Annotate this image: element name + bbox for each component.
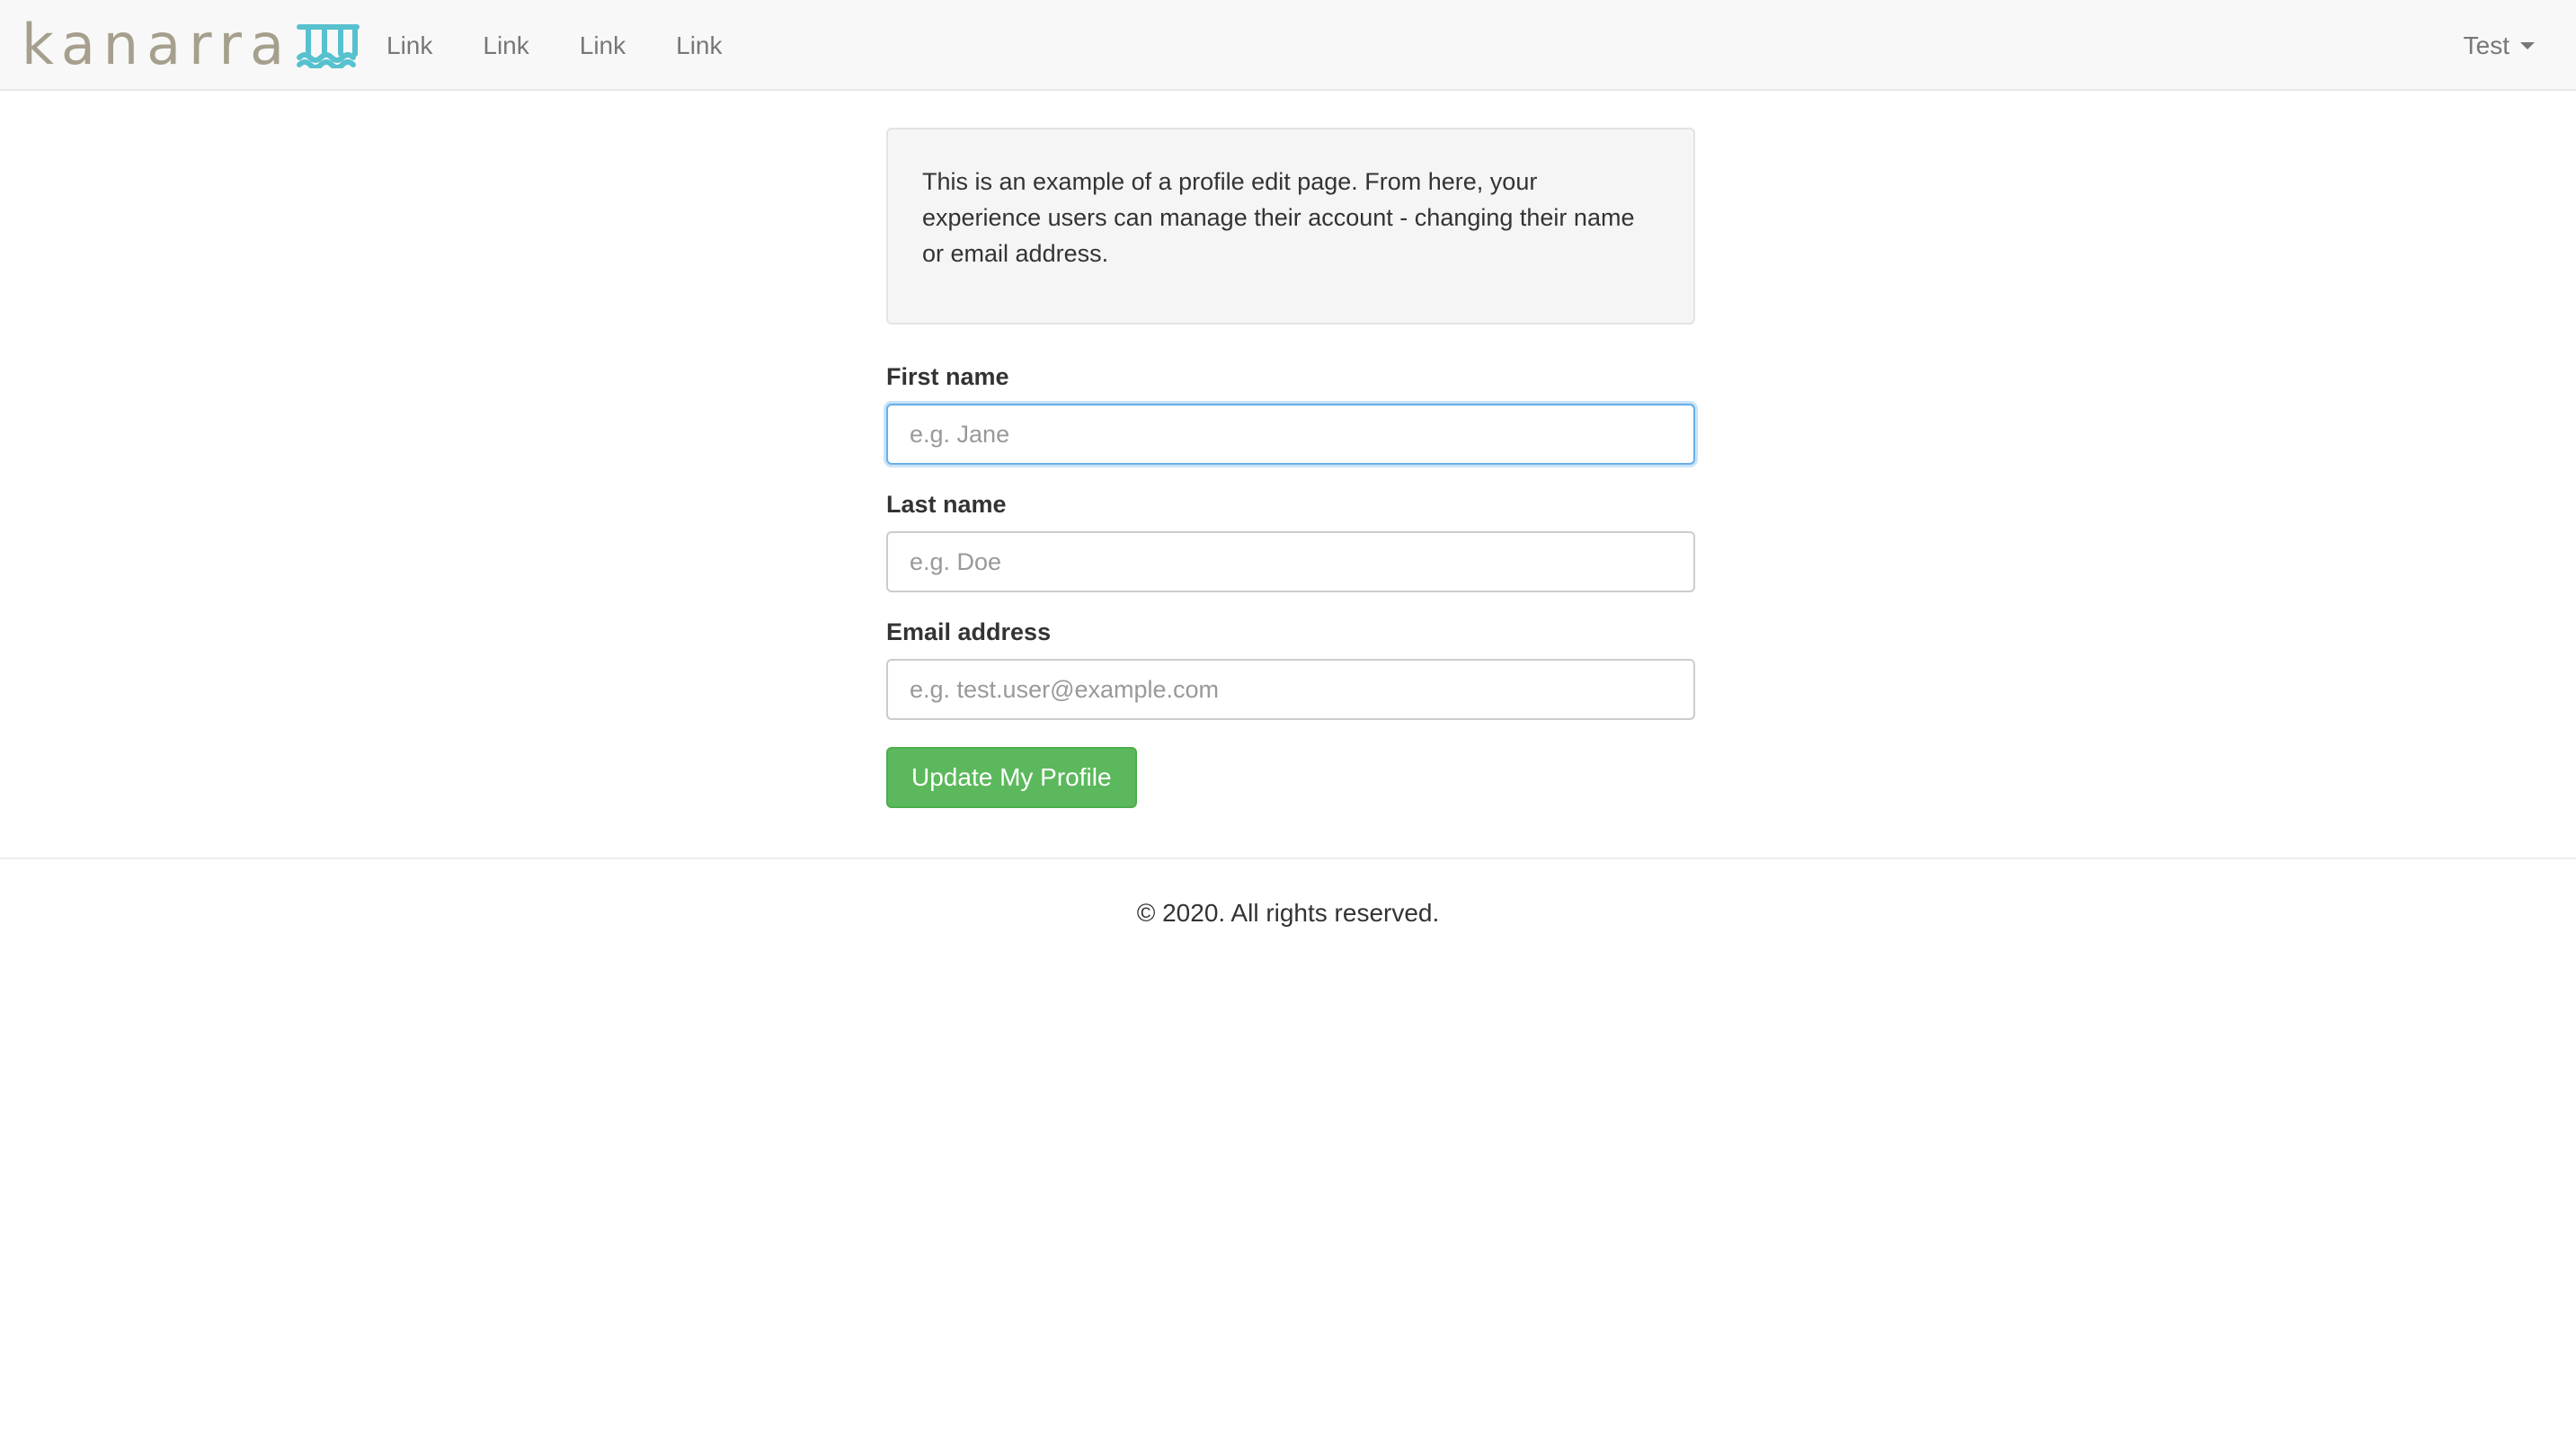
brand-logo[interactable]: kanarra [22,12,360,77]
user-menu-label: Test [2463,31,2509,59]
profile-edit-panel: This is an example of a profile edit pag… [886,128,1695,808]
last-name-label: Last name [886,491,1007,518]
brand-wordmark: kanarra [22,12,292,77]
kanarra-wave-mark-icon [296,24,360,68]
intro-well: This is an example of a profile edit pag… [886,128,1695,324]
last-name-input[interactable] [886,531,1695,592]
last-name-group: Last name [886,490,1695,592]
copyright-text: © 2020. All rights reserved. [1136,899,1440,927]
email-input[interactable] [886,659,1695,720]
email-label: Email address [886,618,1052,645]
first-name-label: First name [886,363,1009,390]
first-name-input[interactable] [886,404,1695,465]
footer-divider [0,858,2576,859]
top-navbar: kanarra Link Link Link Link Test [0,0,2576,91]
primary-nav: Link Link Link Link [361,0,748,91]
user-dropdown-toggle[interactable]: Test [2464,0,2535,91]
caret-down-icon [2520,41,2535,49]
nav-link-3[interactable]: Link [555,0,651,91]
nav-link-4[interactable]: Link [651,0,747,91]
email-group: Email address [886,618,1695,720]
profile-form: First name Last name Email address Updat… [886,362,1695,808]
intro-text: This is an example of a profile edit pag… [922,168,1635,267]
update-profile-button[interactable]: Update My Profile [886,747,1137,808]
nav-link-2[interactable]: Link [457,0,554,91]
footer: © 2020. All rights reserved. [0,895,2576,931]
nav-link-1[interactable]: Link [361,0,457,91]
first-name-group: First name [886,362,1695,465]
